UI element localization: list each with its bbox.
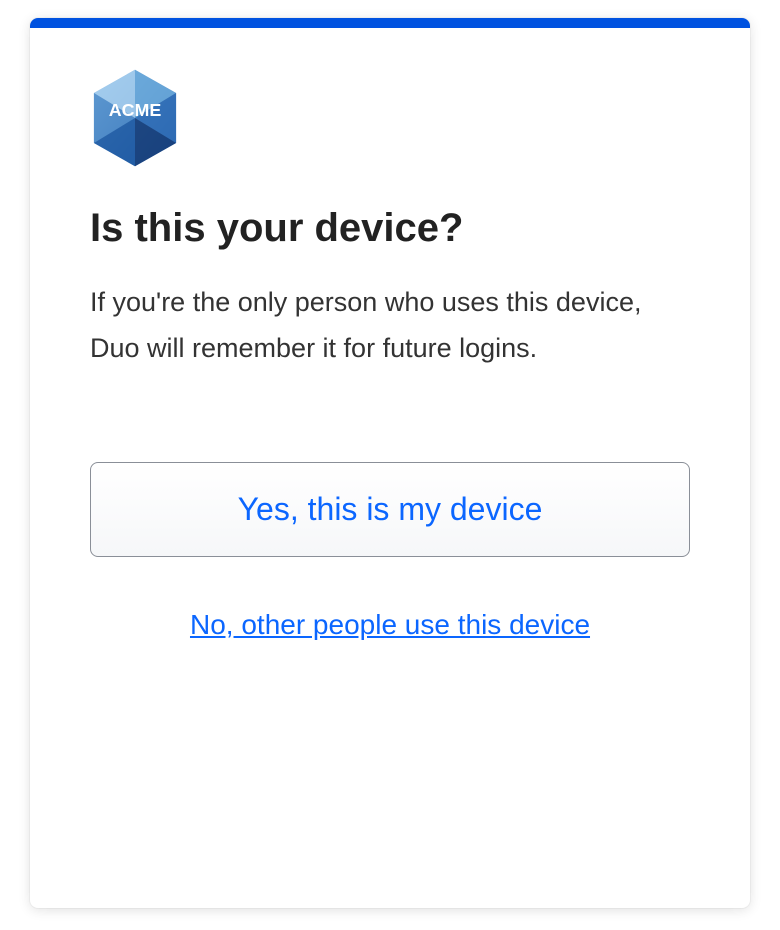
confirm-my-device-button[interactable]: Yes, this is my device — [90, 462, 690, 557]
page-description: If you're the only person who uses this … — [90, 280, 690, 372]
brand-logo: ACME — [90, 68, 690, 168]
shared-device-link[interactable]: No, other people use this device — [190, 609, 590, 641]
logo-text: ACME — [109, 100, 162, 120]
secondary-action-wrap: No, other people use this device — [90, 609, 690, 641]
auth-card: ACME Is this your device? If you're the … — [30, 18, 750, 908]
hexagon-logo-icon: ACME — [90, 68, 180, 168]
page-heading: Is this your device? — [90, 204, 690, 252]
card-accent-bar — [30, 18, 750, 28]
card-content: ACME Is this your device? If you're the … — [30, 28, 750, 681]
